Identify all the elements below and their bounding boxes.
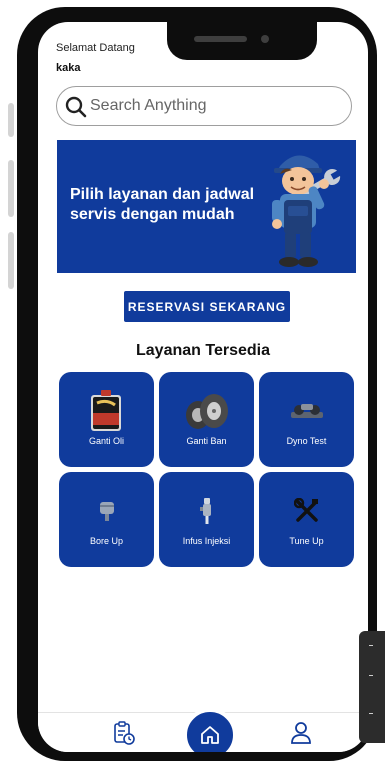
reserve-now-button[interactable]: RESERVASI SEKARANG [124, 291, 290, 322]
tools-icon [293, 498, 318, 522]
side-tab-handle[interactable] [359, 631, 385, 743]
service-label: Ganti Oli [88, 436, 124, 446]
username-text: kaka [56, 62, 81, 74]
service-label: Bore Up [89, 536, 124, 546]
phone-volume-up-button [8, 160, 14, 217]
service-label: Dyno Test [286, 436, 327, 446]
service-label: Tune Up [289, 536, 324, 546]
front-camera [261, 35, 269, 43]
service-tile-infus-injeksi[interactable]: Infus Injeksi [159, 472, 254, 567]
speaker-grille [194, 36, 247, 42]
search-input[interactable] [90, 96, 340, 116]
injector-icon [199, 498, 211, 524]
home-icon [201, 726, 219, 744]
service-tile-tune-up[interactable]: Tune Up [259, 472, 354, 567]
piston-icon [99, 502, 114, 521]
phone-notch [167, 16, 317, 60]
promo-banner: Pilih layanan dan jadwal servis dengan m… [57, 140, 356, 273]
nav-history[interactable] [113, 721, 135, 750]
services-grid: Ganti Oli Ganti Ban Dyno Test Bore Up In… [59, 372, 355, 567]
service-tile-ganti-oli[interactable]: Ganti Oli [59, 372, 154, 467]
app-screen: Selamat Datang kaka Pilih layanan dan ja… [38, 22, 368, 752]
service-label: Ganti Ban [186, 436, 227, 446]
banner-text: Pilih layanan dan jadwal servis dengan m… [70, 186, 255, 223]
greeting-text: Selamat Datang [56, 42, 135, 54]
search-icon [65, 96, 87, 118]
phone-mute-switch [8, 103, 14, 137]
mechanic-illustration [272, 155, 342, 267]
service-tile-dyno-test[interactable]: Dyno Test [259, 372, 354, 467]
search-bar[interactable] [56, 86, 352, 126]
user-icon [291, 722, 311, 744]
tire-icon [185, 394, 228, 429]
service-tile-bore-up[interactable]: Bore Up [59, 472, 154, 567]
clipboard-clock-icon [114, 721, 135, 745]
phone-volume-down-button [8, 232, 14, 289]
oil-can-icon [90, 390, 121, 431]
service-label: Infus Injeksi [182, 536, 231, 546]
service-tile-ganti-ban[interactable]: Ganti Ban [159, 372, 254, 467]
nav-profile[interactable] [290, 721, 312, 750]
dyno-icon [290, 404, 323, 418]
services-title: Layanan Tersedia [136, 342, 270, 359]
